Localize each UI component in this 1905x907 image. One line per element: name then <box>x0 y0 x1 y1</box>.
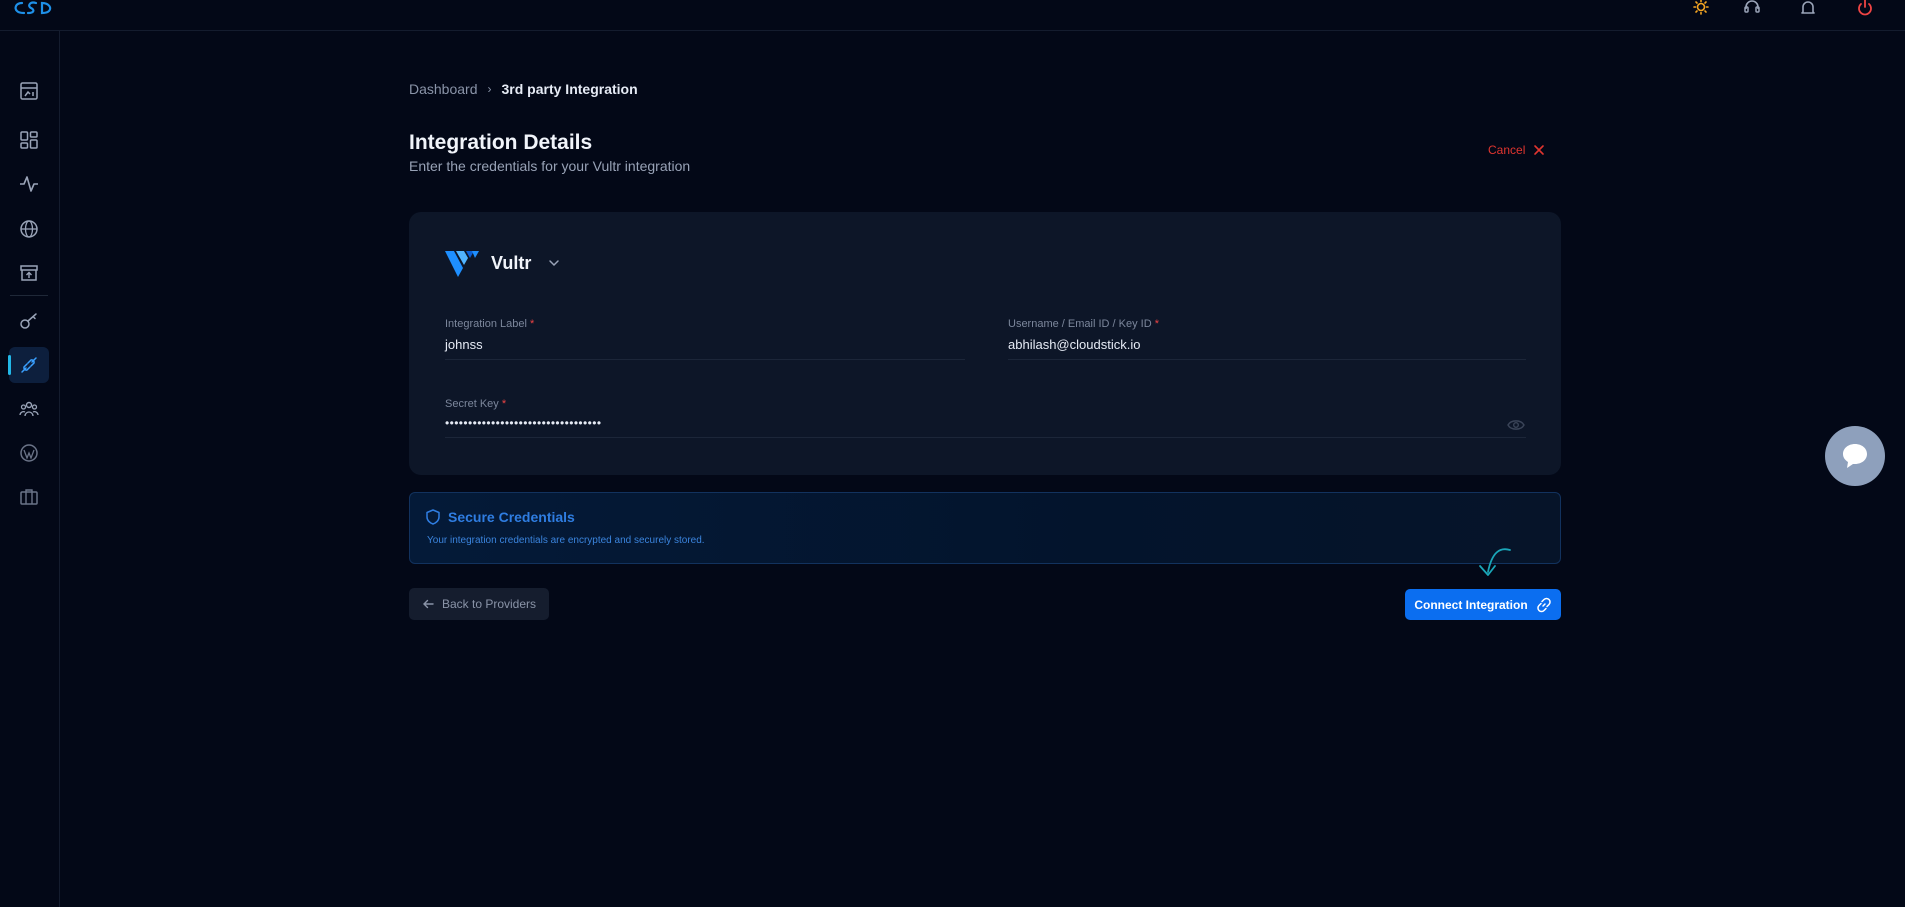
username-field[interactable]: Username / Email ID / Key ID * abhilash@… <box>1008 318 1526 360</box>
required-mark: * <box>501 398 507 410</box>
back-to-providers-button[interactable]: Back to Providers <box>409 588 549 620</box>
username-label: Username / Email ID / Key ID <box>1008 318 1152 330</box>
provider-selector[interactable]: Vultr <box>445 248 561 278</box>
team-users-icon <box>19 401 39 417</box>
wordpress-icon <box>20 444 38 462</box>
page-title: Integration Details <box>409 131 593 154</box>
chat-support-button[interactable] <box>1825 426 1885 486</box>
close-icon <box>1534 145 1545 155</box>
back-label: Back to Providers <box>441 597 537 611</box>
breadcrumb: Dashboard › 3rd party Integration <box>409 81 638 97</box>
breadcrumb-dashboard-link[interactable]: Dashboard <box>409 81 478 97</box>
integration-label-field[interactable]: Integration Label * johnss <box>445 318 965 360</box>
secret-key-input[interactable]: •••••••••••••••••••••••••••••••••• <box>445 416 1526 430</box>
sidebar-item-deploy[interactable] <box>9 255 49 291</box>
toggle-visibility-eye-icon[interactable] <box>1507 418 1525 437</box>
connect-integration-button[interactable]: Connect Integration <box>1405 589 1561 620</box>
vultr-logo-icon <box>445 251 479 277</box>
secure-description: Your integration credentials are encrypt… <box>427 535 705 546</box>
sidebar-item-workspace[interactable] <box>9 479 49 515</box>
upload-box-icon <box>20 265 38 281</box>
secure-credentials-notice: Secure Credentials Your integration cred… <box>409 492 1561 564</box>
cancel-label: Cancel <box>1488 143 1526 157</box>
secure-title: Secure Credentials <box>448 509 575 525</box>
page-subtitle: Enter the credentials for your Vultr int… <box>409 158 691 174</box>
provider-name: Vultr <box>491 252 532 273</box>
pointer-arrow-icon <box>1468 546 1512 591</box>
cancel-button[interactable]: Cancel <box>1488 143 1545 157</box>
shield-icon <box>426 509 440 525</box>
sidebar-item-domains[interactable] <box>9 211 49 247</box>
username-input[interactable]: abhilash@cloudstick.io <box>1008 337 1526 352</box>
briefcase-icon <box>20 489 38 505</box>
arrow-left-icon <box>422 599 434 609</box>
connect-label: Connect Integration <box>1414 597 1528 612</box>
activity-pulse-icon <box>20 176 38 192</box>
support-headset-icon[interactable] <box>1742 0 1762 18</box>
secret-key-label: Secret Key <box>445 398 499 410</box>
top-bar <box>0 0 1905 31</box>
chat-bubble-icon <box>1843 444 1867 468</box>
reports-icon <box>20 82 38 100</box>
globe-icon <box>20 220 38 238</box>
required-mark: * <box>1154 318 1159 330</box>
sidebar-item-integrations[interactable] <box>8 347 49 383</box>
theme-toggle-sun-icon[interactable] <box>1691 0 1711 18</box>
breadcrumb-separator: › <box>487 82 492 96</box>
sidebar-item-team[interactable] <box>9 391 49 427</box>
required-mark: * <box>530 318 535 330</box>
sidebar-divider <box>10 295 48 296</box>
secret-key-field[interactable]: Secret Key * •••••••••••••••••••••••••••… <box>445 398 1526 438</box>
notifications-bell-icon[interactable] <box>1798 0 1818 18</box>
breadcrumb-current: 3rd party Integration <box>501 81 638 97</box>
grid-icon <box>20 131 38 149</box>
key-icon <box>20 313 37 329</box>
plug-connect-icon <box>21 357 37 373</box>
sidebar-item-wordpress[interactable] <box>9 435 49 471</box>
chevron-down-icon <box>549 260 560 267</box>
integration-form-card: Vultr Integration Label * johnss Usernam… <box>409 212 1561 475</box>
sidebar: A <box>0 31 60 907</box>
integration-label-input[interactable]: johnss <box>445 337 965 352</box>
integration-label-label: Integration Label <box>445 318 527 330</box>
sidebar-item-activity[interactable] <box>9 166 49 202</box>
link-icon <box>1536 597 1551 612</box>
sidebar-item-reports[interactable] <box>9 73 49 109</box>
app-logo[interactable] <box>12 0 54 18</box>
sidebar-item-dashboard[interactable] <box>9 122 49 158</box>
power-logout-icon[interactable] <box>1855 0 1875 18</box>
sidebar-item-keys[interactable] <box>9 303 49 339</box>
